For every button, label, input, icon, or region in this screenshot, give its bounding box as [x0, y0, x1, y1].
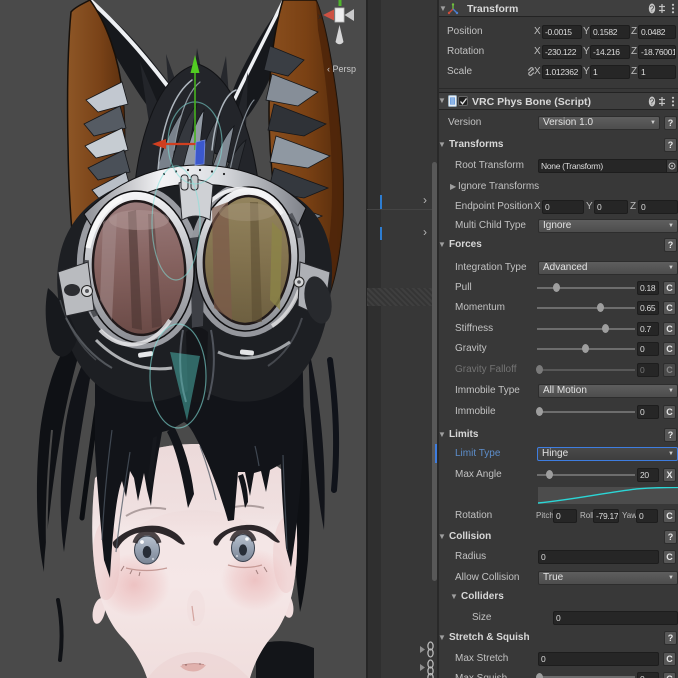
svg-text:?: ?	[650, 5, 655, 14]
svg-text:?: ?	[650, 98, 655, 107]
svg-text:‹ Persp: ‹ Persp	[327, 64, 356, 74]
svg-text:x: x	[318, 12, 322, 21]
